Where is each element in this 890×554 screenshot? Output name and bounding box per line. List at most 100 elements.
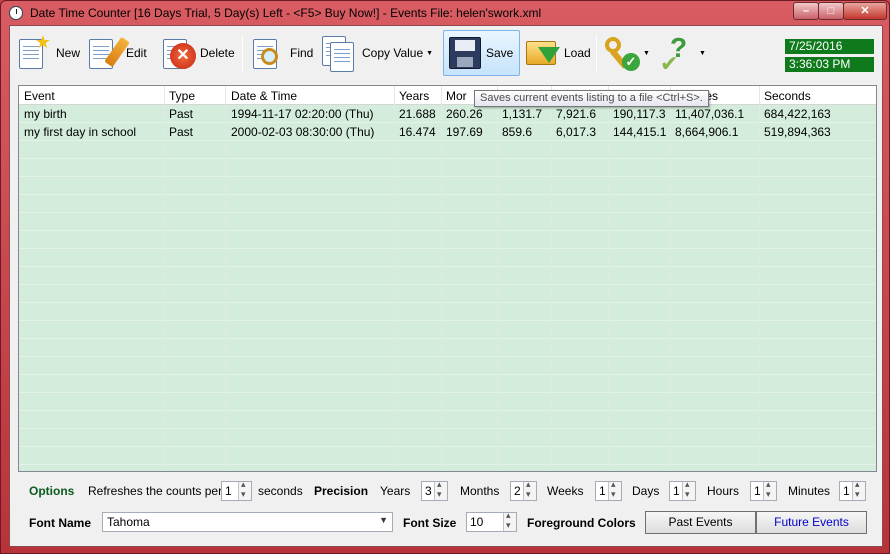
cell-seconds: 684,422,163 — [764, 107, 831, 121]
spin-arrows-icon[interactable] — [238, 479, 251, 500]
load-button[interactable]: Load — [522, 30, 591, 76]
column-header-years[interactable]: Years — [399, 89, 429, 103]
font-name-select[interactable]: Tahoma ▼ — [102, 512, 393, 532]
current-date: 7/25/2016 — [785, 39, 874, 54]
refresh-seconds-stepper[interactable]: 1 — [221, 479, 252, 501]
column-divider — [225, 86, 226, 471]
title-bar[interactable]: Date Time Counter [16 Days Trial, 5 Day(… — [1, 1, 889, 25]
cell-years: 16.474 — [399, 125, 436, 139]
spin-arrows-icon[interactable] — [503, 510, 516, 531]
cell-hours: 190,117.3 — [613, 107, 666, 121]
main-client-area: ★ New Edit ✕ Delete Find Copy Value ▼ Sa… — [9, 25, 883, 547]
chevron-down-icon[interactable]: ▼ — [426, 50, 433, 57]
minutes-precision-stepper[interactable]: 1 — [839, 479, 866, 501]
spin-arrows-icon[interactable] — [763, 479, 776, 500]
column-divider — [441, 86, 442, 471]
column-divider — [164, 86, 165, 471]
clock-app-icon[interactable] — [9, 6, 23, 20]
past-events-color-button[interactable]: Past Events — [645, 511, 756, 534]
cell-seconds: 519,894,363 — [764, 125, 831, 139]
minutes-precision-value[interactable]: 1 — [843, 484, 850, 498]
app-window: Date Time Counter [16 Days Trial, 5 Day(… — [0, 0, 890, 554]
spin-arrows-icon[interactable] — [523, 479, 536, 500]
cell-weeks: 859.6 — [502, 125, 533, 139]
close-button[interactable]: ✕ — [843, 2, 887, 20]
column-divider — [394, 86, 395, 471]
current-time: 3:36:03 PM — [785, 57, 874, 72]
column-divider — [670, 86, 671, 471]
cell-minutes: 11,407,036.1 — [675, 107, 745, 121]
delete-x-icon: ✕ — [158, 33, 196, 73]
days-precision-label: Days — [632, 484, 660, 498]
years-precision-stepper[interactable]: 3 — [421, 479, 448, 501]
save-button[interactable]: Save — [443, 30, 520, 76]
new-label: New — [56, 46, 81, 60]
save-tooltip: Saves current events listing to a file <… — [474, 90, 709, 107]
find-magnifier-icon — [248, 33, 286, 73]
hours-precision-label: Hours — [707, 484, 740, 498]
column-header-type[interactable]: Type — [169, 89, 195, 103]
edit-button[interactable]: Edit — [84, 30, 147, 76]
find-button[interactable]: Find — [248, 30, 313, 76]
column-header-event[interactable]: Event — [24, 89, 55, 103]
years-precision-value[interactable]: 3 — [425, 484, 432, 498]
weeks-precision-stepper[interactable]: 1 — [595, 479, 622, 501]
grid-header: Event Type Date & Time Years Mor inutes … — [19, 86, 876, 105]
spin-arrows-icon[interactable] — [682, 479, 695, 500]
hours-precision-value[interactable]: 1 — [754, 484, 761, 498]
copy-value-button[interactable]: Copy Value ▼ — [320, 30, 433, 76]
options-label: Options — [29, 484, 75, 498]
cell-type: Past — [169, 125, 194, 139]
weeks-precision-label: Weeks — [547, 484, 584, 498]
column-divider — [759, 86, 760, 471]
delete-button[interactable]: ✕ Delete — [158, 30, 235, 76]
cell-minutes: 8,664,906.1 — [675, 125, 739, 139]
maximize-button[interactable]: □ — [818, 2, 844, 20]
cell-hours: 144,415.1 — [613, 125, 667, 139]
foreground-colors-label: Foreground Colors — [527, 516, 636, 530]
help-button[interactable]: ? ✔ ▼ — [658, 30, 706, 76]
days-precision-stepper[interactable]: 1 — [669, 479, 696, 501]
cell-date-time: 1994-11-17 02:20:00 (Thu) — [231, 107, 374, 121]
precision-label: Precision — [314, 484, 369, 498]
copy-value-label: Copy Value — [362, 46, 424, 60]
save-floppy-icon — [444, 33, 482, 73]
chevron-down-icon[interactable]: ▼ — [699, 50, 706, 57]
weeks-precision-value[interactable]: 1 — [599, 484, 606, 498]
cell-event: my first day in school — [24, 125, 137, 139]
column-header-date-time[interactable]: Date & Time — [231, 89, 297, 103]
minimize-button[interactable]: – — [793, 2, 819, 20]
font-size-label: Font Size — [403, 516, 457, 530]
toolbar: ★ New Edit ✕ Delete Find Copy Value ▼ Sa… — [10, 26, 884, 82]
days-precision-value[interactable]: 1 — [673, 484, 680, 498]
font-name-label: Font Name — [29, 516, 92, 530]
spin-arrows-icon[interactable] — [852, 479, 865, 500]
chevron-down-icon[interactable]: ▼ — [379, 515, 388, 525]
cell-years: 21.688 — [399, 107, 436, 121]
font-size-stepper[interactable]: 10 — [466, 510, 517, 532]
register-button[interactable]: ✓ ▼ — [602, 30, 650, 76]
future-events-color-button[interactable]: Future Events — [756, 511, 867, 534]
column-header-months[interactable]: Mor — [446, 89, 467, 103]
refresh-seconds-value[interactable]: 1 — [225, 484, 232, 498]
font-name-value[interactable]: Tahoma — [107, 515, 150, 529]
spin-arrows-icon[interactable] — [608, 479, 621, 500]
chevron-down-icon[interactable]: ▼ — [643, 50, 650, 57]
years-precision-label: Years — [380, 484, 411, 498]
column-header-seconds[interactable]: Seconds — [764, 89, 811, 103]
grid-body[interactable] — [19, 105, 876, 471]
new-button[interactable]: ★ New — [14, 30, 80, 76]
months-precision-value[interactable]: 2 — [514, 484, 521, 498]
cell-type: Past — [169, 107, 194, 121]
font-size-value[interactable]: 10 — [470, 515, 483, 529]
seconds-label: seconds — [258, 484, 303, 498]
cell-date-time: 2000-02-03 08:30:00 (Thu) — [231, 125, 375, 139]
new-document-icon: ★ — [14, 33, 52, 73]
events-grid[interactable]: Event Type Date & Time Years Mor inutes … — [18, 85, 877, 472]
edit-pencil-icon — [84, 33, 130, 73]
cell-days: 7,921.6 — [556, 107, 597, 121]
spin-arrows-icon[interactable] — [434, 479, 447, 500]
column-divider — [608, 86, 609, 471]
months-precision-stepper[interactable]: 2 — [510, 479, 537, 501]
hours-precision-stepper[interactable]: 1 — [750, 479, 777, 501]
